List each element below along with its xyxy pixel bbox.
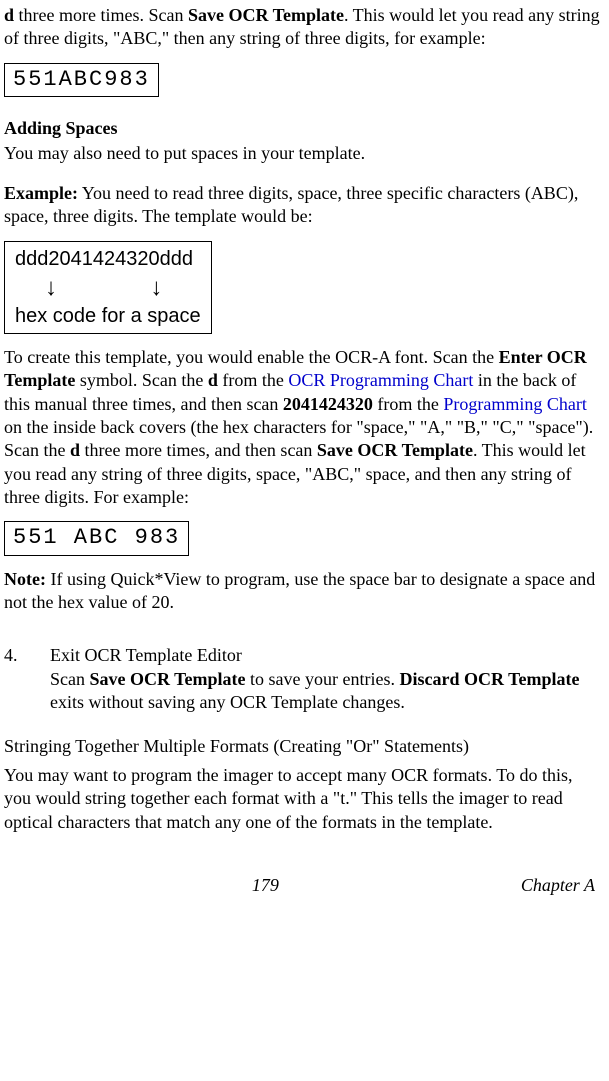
ocr-sample-2: 551 ABC 983 bbox=[4, 521, 189, 555]
step-4-text: Scan Save OCR Template to save your entr… bbox=[50, 668, 601, 715]
ocr-programming-chart-link[interactable]: OCR Programming Chart bbox=[288, 370, 473, 390]
s4d: Discard OCR Template bbox=[399, 669, 579, 689]
p3e: from the bbox=[218, 370, 288, 390]
p3h: 2041424320 bbox=[283, 394, 373, 414]
stringing-text: You may want to program the imager to ac… bbox=[4, 764, 601, 834]
note-label: Note: bbox=[4, 569, 46, 589]
example-paragraph: Example: You need to read three digits, … bbox=[4, 182, 601, 229]
intro-save: Save OCR Template bbox=[188, 5, 344, 25]
hex-diagram: ddd2041424320ddd ↓ ↓ hex code for a spac… bbox=[4, 241, 212, 334]
example-text: You need to read three digits, space, th… bbox=[4, 183, 578, 226]
p3n: Save OCR Template bbox=[317, 440, 473, 460]
ocr-sample-2-text: 551 ABC 983 bbox=[13, 525, 180, 550]
ocr-sample-1-text: 551ABC983 bbox=[13, 67, 150, 92]
note-text: If using Quick*View to program, use the … bbox=[4, 569, 595, 612]
hex-line3: hex code for a space bbox=[15, 303, 201, 329]
example-label: Example: bbox=[4, 183, 78, 203]
step-4-title: Exit OCR Template Editor bbox=[50, 644, 601, 667]
p3d: d bbox=[208, 370, 218, 390]
s4e: exits without saving any OCR Template ch… bbox=[50, 692, 405, 712]
page-number: 179 bbox=[252, 874, 279, 897]
intro-paragraph: d three more times. Scan Save OCR Templa… bbox=[4, 4, 601, 51]
s4b: Save OCR Template bbox=[90, 669, 246, 689]
step-4-body: Exit OCR Template Editor Scan Save OCR T… bbox=[50, 644, 601, 714]
heading-stringing: Stringing Together Multiple Formats (Cre… bbox=[4, 735, 601, 758]
s4c: to save your entries. bbox=[246, 669, 400, 689]
p3c: symbol. Scan the bbox=[75, 370, 208, 390]
p3m: three more times, and then scan bbox=[80, 440, 317, 460]
s4a: Scan bbox=[50, 669, 90, 689]
heading-adding-spaces: Adding Spaces bbox=[4, 117, 601, 140]
hex-line1: ddd2041424320ddd bbox=[15, 246, 201, 272]
adding-spaces-text: You may also need to put spaces in your … bbox=[4, 142, 601, 165]
ocr-sample-1: 551ABC983 bbox=[4, 63, 159, 97]
p3a: To create this template, you would enabl… bbox=[4, 347, 499, 367]
page-footer: 179 Chapter A bbox=[4, 874, 601, 897]
hex-arrows: ↓ ↓ bbox=[15, 272, 201, 303]
note-paragraph: Note: If using Quick*View to program, us… bbox=[4, 568, 601, 615]
chapter-label: Chapter A bbox=[521, 874, 595, 897]
intro-d: d bbox=[4, 5, 14, 25]
step-4: 4. Exit OCR Template Editor Scan Save OC… bbox=[4, 644, 601, 714]
p3l: d bbox=[70, 440, 80, 460]
p3i: from the bbox=[373, 394, 443, 414]
create-template-paragraph: To create this template, you would enabl… bbox=[4, 346, 601, 510]
programming-chart-link[interactable]: Programming Chart bbox=[443, 394, 586, 414]
step-4-number: 4. bbox=[4, 644, 50, 714]
intro-t1: three more times. Scan bbox=[14, 5, 188, 25]
